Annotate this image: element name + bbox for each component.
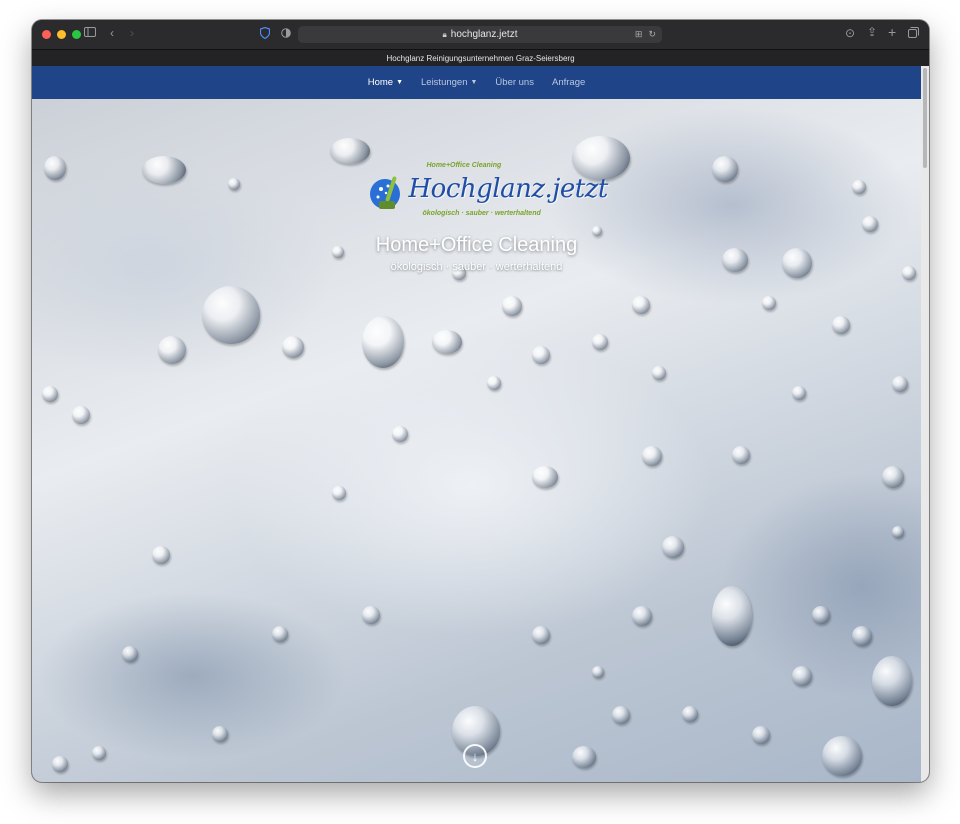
caret-down-icon: ▼ (396, 79, 403, 86)
water-drop (652, 366, 666, 380)
nav-item-label: Anfrage (551, 77, 586, 88)
water-drop (330, 138, 370, 164)
logo-globe-icon (367, 172, 409, 214)
water-drop (612, 706, 630, 724)
window-controls (42, 30, 81, 39)
sidebar-toggle-icon[interactable] (84, 27, 96, 37)
water-drop (832, 316, 850, 334)
tab-title[interactable]: Hochglanz Reinigungsunternehmen Graz-Sei… (386, 54, 574, 63)
logo-tagline-bottom: ökologisch · sauber · werterhaltend (422, 210, 541, 217)
water-drop (682, 706, 698, 722)
water-drop (72, 406, 90, 424)
new-tab-icon[interactable]: + (888, 24, 896, 40)
caret-down-icon: ▼ (470, 79, 478, 86)
water-drop (362, 316, 404, 368)
water-drop (762, 296, 776, 310)
nav-item-ueber-uns[interactable]: Über uns (495, 77, 534, 88)
water-drop (282, 336, 304, 358)
water-drop (158, 336, 186, 364)
water-drop (812, 606, 830, 624)
water-drop (892, 376, 908, 392)
water-drop (662, 536, 684, 558)
water-drop (502, 296, 522, 316)
nav-item-label: Über uns (495, 77, 534, 88)
water-drop (52, 756, 68, 772)
water-drop (212, 726, 228, 742)
url-text: hochglanz.jetzt (450, 29, 518, 40)
water-drop (792, 666, 812, 686)
water-drop (487, 376, 501, 390)
water-drop (822, 736, 862, 776)
download-icon[interactable]: ⊙ (845, 26, 855, 40)
water-drop (572, 746, 596, 768)
site-navbar: Home ▼ Leistungen ▼ Über uns Anfrage (32, 66, 921, 99)
browser-window: ‹ › 🔒︎ hochglanz.jetzt ⊞ ↻ ⊙ ⇪ + Hochgla… (32, 20, 929, 782)
scrollbar-thumb[interactable] (923, 68, 927, 168)
water-drop (852, 626, 872, 646)
tab-bar[interactable]: Hochglanz Reinigungsunternehmen Graz-Sei… (32, 49, 929, 67)
forward-icon[interactable]: › (130, 26, 134, 40)
arrow-down-circle-icon[interactable]: ↓ (463, 744, 487, 768)
site-logo[interactable]: Home+Office Cleaning Hochglanz.jetzt öko… (367, 162, 608, 228)
water-drop (892, 526, 904, 538)
nav-item-home[interactable]: Home ▼ (368, 77, 403, 88)
water-drop (632, 296, 650, 314)
water-drop (632, 606, 652, 626)
water-drop (872, 656, 912, 706)
water-drop (92, 746, 106, 760)
water-drop (532, 466, 558, 488)
water-drop (362, 606, 380, 624)
lock-icon: 🔒︎ (442, 29, 447, 39)
nav-item-leistungen[interactable]: Leistungen ▼ (421, 77, 477, 88)
water-drop (152, 546, 170, 564)
water-drop (272, 626, 288, 642)
shield-icon[interactable] (260, 27, 270, 39)
water-drop (532, 346, 550, 364)
logo-tagline-top: Home+Office Cleaning (426, 162, 502, 169)
minimize-window-button[interactable] (57, 30, 66, 39)
back-icon[interactable]: ‹ (110, 26, 114, 40)
nav-item-label: Leistungen (421, 77, 468, 88)
water-drop (432, 330, 462, 354)
water-drop (332, 486, 346, 500)
nav-item-anfrage[interactable]: Anfrage (552, 77, 585, 88)
page-scrollbar[interactable] (921, 66, 929, 782)
water-drop (592, 334, 608, 350)
water-drop (122, 646, 138, 662)
privacy-report-icon[interactable] (281, 28, 291, 38)
translate-icon[interactable]: ⊞ (635, 29, 643, 40)
water-drop (532, 626, 550, 644)
water-drop (792, 386, 806, 400)
hero-section: Home+Office Cleaning Hochglanz.jetzt öko… (32, 162, 921, 273)
water-drop (642, 446, 662, 466)
water-drop (202, 286, 260, 344)
nav-item-label: Home (367, 77, 394, 88)
water-drop (752, 726, 770, 744)
hero-title: Home+Office Cleaning (375, 234, 578, 256)
address-bar[interactable]: 🔒︎ hochglanz.jetzt ⊞ ↻ (298, 26, 662, 43)
hero-subtitle: ökologisch · sauber · werterhaltend (390, 261, 563, 273)
close-window-button[interactable] (42, 30, 51, 39)
logo-wordmark: Hochglanz.jetzt (408, 174, 609, 204)
share-icon[interactable]: ⇪ (867, 25, 877, 39)
water-drop (42, 386, 58, 402)
water-drop (882, 466, 904, 488)
zoom-window-button[interactable] (72, 30, 81, 39)
water-drop (712, 586, 752, 646)
reload-icon[interactable]: ↻ (648, 29, 656, 40)
web-page: Home ▼ Leistungen ▼ Über uns Anfrage Hom… (32, 66, 921, 782)
water-drop (592, 666, 604, 678)
tab-overview-icon[interactable] (908, 27, 919, 38)
browser-toolbar: ‹ › 🔒︎ hochglanz.jetzt ⊞ ↻ ⊙ ⇪ + (32, 20, 929, 49)
water-drop (732, 446, 750, 464)
water-drop (392, 426, 408, 442)
